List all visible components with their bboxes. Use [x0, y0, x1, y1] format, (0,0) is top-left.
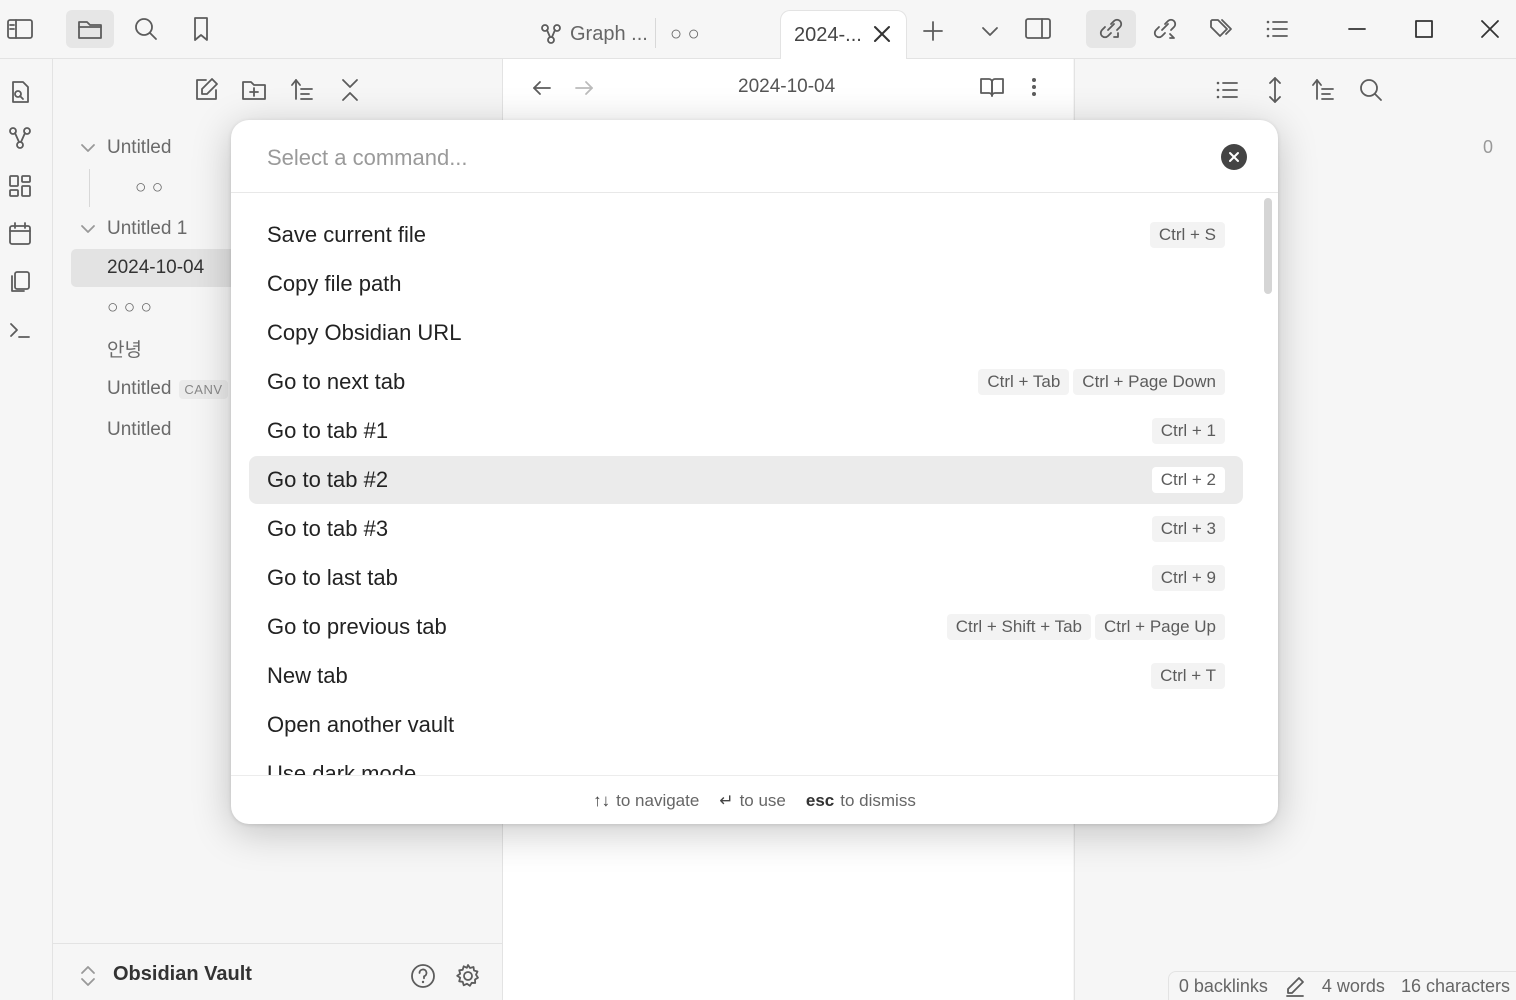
instruction-text: to dismiss	[840, 790, 916, 810]
scrollbar-thumb[interactable]	[1264, 198, 1272, 294]
command-item[interactable]: Save current file Ctrl + S	[249, 211, 1243, 259]
command-label: Copy Obsidian URL	[267, 320, 462, 345]
hotkey: Ctrl + Page Up	[1095, 614, 1225, 640]
hotkey-group: Ctrl + 3	[1151, 516, 1225, 542]
command-list: Save current file Ctrl + S Copy file path C…	[249, 204, 1243, 775]
hotkey-group: Ctrl + T	[1151, 663, 1225, 689]
clear-input-icon[interactable]	[1221, 144, 1247, 170]
command-label: Open another vault	[267, 712, 455, 737]
hotkey: Ctrl + 3	[1151, 516, 1225, 542]
command-label: Go to last tab	[267, 565, 398, 590]
instruction-text: to navigate	[616, 790, 700, 810]
hotkey-group: Ctrl + Tab Ctrl + Page Down	[978, 369, 1225, 395]
hotkey: Ctrl + 2	[1151, 467, 1225, 493]
command-item[interactable]: Copy file path	[249, 260, 1243, 308]
hotkey: Ctrl + 9	[1151, 565, 1225, 591]
command-item[interactable]: Go to tab #1 Ctrl + 1	[249, 407, 1243, 455]
hotkey: Ctrl + S	[1149, 222, 1225, 248]
divider	[231, 192, 1278, 193]
command-label: Go to previous tab	[267, 614, 447, 639]
command-item[interactable]: Go to previous tab Ctrl + Shift + Tab Ctrl…	[249, 603, 1243, 651]
hotkey-group: Ctrl + 2	[1151, 467, 1225, 493]
hotkey-group: Ctrl + 9	[1151, 565, 1225, 591]
command-item[interactable]: Go to tab #2 Ctrl + 2	[249, 456, 1243, 504]
instruction-key: ↵	[719, 790, 734, 810]
instruction-key: esc	[805, 790, 835, 810]
command-search-input[interactable]	[265, 140, 1169, 176]
instruction-key: ↑↓	[593, 790, 611, 810]
command-label: Save current file	[267, 222, 426, 247]
command-label: Use dark mode	[267, 761, 417, 775]
command-label: Go to tab #3	[267, 516, 389, 541]
command-item[interactable]: New tab Ctrl + T	[249, 652, 1243, 700]
command-label: Copy file path	[267, 271, 402, 296]
command-item[interactable]: Use dark mode	[249, 750, 1243, 775]
hotkey-group: Ctrl + Shift + Tab Ctrl + Page Up	[946, 614, 1225, 640]
instruction-dismiss: esc to dismiss	[806, 791, 916, 811]
instruction-navigate: ↑↓ to navigate	[593, 791, 699, 811]
command-item[interactable]: Go to tab #3 Ctrl + 3	[249, 505, 1243, 553]
hotkey: Ctrl + Page Down	[1073, 369, 1225, 395]
instruction-use: ↵ to use	[719, 791, 786, 811]
command-item[interactable]: Copy Obsidian URL	[249, 309, 1243, 357]
command-item[interactable]: Open another vault	[249, 701, 1243, 749]
instructions-bar: ↑↓ to navigate ↵ to use esc to dismiss	[231, 775, 1278, 824]
hotkey-group: Ctrl + S	[1149, 222, 1225, 248]
command-item[interactable]: Go to last tab Ctrl + 9	[249, 554, 1243, 602]
instruction-text: to use	[739, 790, 786, 810]
hotkey: Ctrl + Tab	[978, 369, 1070, 395]
command-item[interactable]: Go to next tab Ctrl + Tab Ctrl + Page Down	[249, 358, 1243, 406]
hotkey-group: Ctrl + 1	[1151, 418, 1225, 444]
hotkey: Ctrl + T	[1151, 663, 1225, 689]
command-label: New tab	[267, 663, 348, 688]
command-label: Go to next tab	[267, 369, 406, 394]
command-label: Go to tab #1	[267, 418, 389, 443]
command-label: Go to tab #2	[267, 467, 389, 492]
command-palette: Save current file Ctrl + S Copy file path C…	[231, 120, 1278, 824]
hotkey: Ctrl + 1	[1151, 418, 1225, 444]
hotkey: Ctrl + Shift + Tab	[946, 614, 1092, 640]
